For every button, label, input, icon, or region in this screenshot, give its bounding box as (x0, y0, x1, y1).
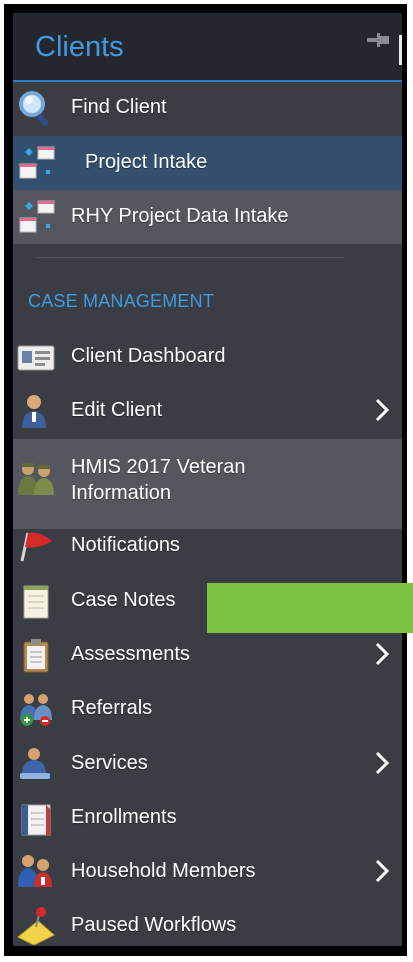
chevron-right-icon[interactable] (375, 642, 389, 666)
menu-item-enrollments[interactable]: Enrollments (13, 791, 402, 845)
clients-side-panel: Clients Find Client Project Intake RHY P… (13, 13, 402, 946)
chevron-right-icon[interactable] (375, 859, 389, 883)
menu-item-household-members[interactable]: Household Members (13, 845, 402, 899)
menu-item-client-dashboard[interactable]: Client Dashboard (13, 330, 402, 384)
menu-item-hmis-2017-veteran-information[interactable]: HMIS 2017 Veteran Information (13, 439, 402, 529)
menu-item-label: Services (71, 752, 148, 774)
scrollbar[interactable] (399, 35, 402, 65)
menu-item-label: Assessments (71, 643, 190, 665)
calendar-icon (21, 804, 51, 836)
household-icon (18, 855, 52, 887)
referral-people-icon (20, 694, 52, 726)
menu-item-label-line2: Information (71, 482, 172, 504)
chevron-right-icon[interactable] (375, 751, 389, 775)
menu-item-rhy-project-data-intake[interactable]: RHY Project Data Intake (13, 190, 402, 244)
pushpin-note-icon (17, 907, 55, 945)
menu-item-referrals[interactable]: Referrals (13, 682, 402, 736)
id-card-icon (17, 345, 55, 371)
menu-item-label-line1: HMIS 2017 Veteran (71, 456, 246, 478)
menu-item-label: Client Dashboard (71, 345, 226, 367)
panel-title: Clients (35, 31, 124, 63)
notepad-icon (23, 585, 49, 619)
section-title-case-management: CASE MANAGEMENT (28, 291, 215, 311)
menu-item-find-client[interactable]: Find Client (13, 81, 402, 135)
menu-item-paused-workflows[interactable]: Paused Workflows (13, 899, 402, 946)
red-flag-icon (20, 532, 52, 562)
menu-item-notifications[interactable]: Notifications (13, 519, 402, 573)
menu-item-project-intake[interactable]: Project Intake (13, 136, 402, 190)
soldiers-icon (18, 463, 54, 495)
annotation-highlight-bar (207, 583, 413, 633)
menu-item-label: Notifications (71, 534, 180, 556)
person-icon (22, 395, 46, 428)
intake-forms-icon (19, 200, 55, 233)
menu-item-label: Referrals (71, 697, 153, 719)
menu-item-label: Household Members (71, 860, 256, 882)
menu-item-services[interactable]: Services (13, 737, 402, 791)
service-person-icon (20, 748, 50, 779)
chevron-right-icon[interactable] (375, 398, 389, 422)
magnifier-icon (19, 91, 49, 126)
intake-forms-icon (19, 146, 55, 179)
clipboard-icon (23, 639, 49, 673)
menu-item-label: Project Intake (85, 151, 208, 173)
panel-header: Clients (13, 13, 402, 82)
menu-item-assessments[interactable]: Assessments (13, 628, 402, 682)
menu-item-label: Paused Workflows (71, 914, 237, 936)
menu-item-edit-client[interactable]: Edit Client (13, 384, 402, 438)
menu-item-label: Find Client (71, 96, 167, 118)
menu-item-label: Enrollments (71, 806, 177, 828)
section-divider (35, 257, 345, 258)
menu-item-label: RHY Project Data Intake (71, 205, 289, 227)
pin-icon[interactable] (365, 31, 391, 49)
menu-item-label: Case Notes (71, 589, 176, 611)
menu-item-label: Edit Client (71, 399, 163, 421)
